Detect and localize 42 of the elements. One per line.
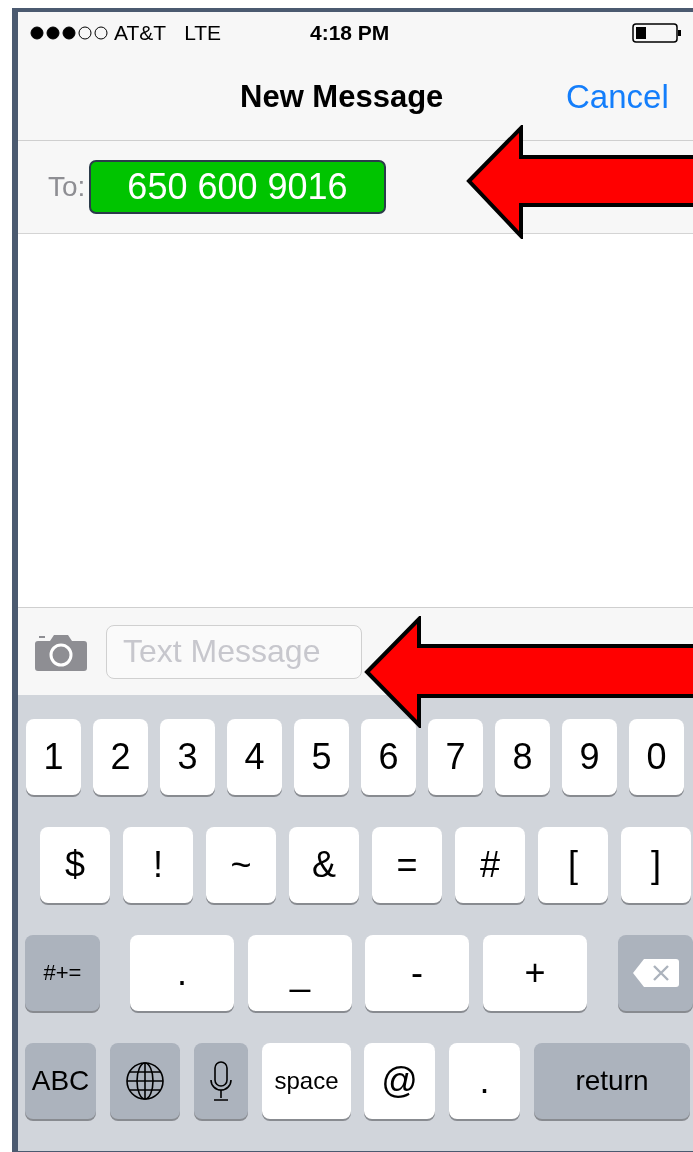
keyboard-key[interactable]: @: [364, 1043, 435, 1119]
keyboard-key[interactable]: +: [483, 935, 587, 1011]
carrier-name: AT&T: [114, 21, 167, 45]
keyboard-key[interactable]: _: [248, 935, 352, 1011]
globe-key[interactable]: [110, 1043, 180, 1119]
keyboard-key[interactable]: ~: [206, 827, 276, 903]
battery-icon: [632, 23, 682, 43]
keyboard-key[interactable]: 5: [294, 719, 349, 795]
keyboard-key[interactable]: $: [40, 827, 110, 903]
keyboard-key[interactable]: .: [449, 1043, 520, 1119]
keyboard-key[interactable]: =: [372, 827, 442, 903]
delete-icon: [631, 957, 680, 989]
microphone-key[interactable]: [194, 1043, 248, 1119]
keyboard-key[interactable]: 9: [562, 719, 617, 795]
keyboard-key[interactable]: 7: [428, 719, 483, 795]
keyboard-key[interactable]: 3: [160, 719, 215, 795]
keyboard-key[interactable]: space: [262, 1043, 351, 1119]
keyboard-key[interactable]: 1: [26, 719, 81, 795]
camera-icon[interactable]: [34, 632, 88, 671]
keyboard-key[interactable]: ABC: [25, 1043, 96, 1119]
signal-icon: [30, 26, 108, 40]
keyboard-key[interactable]: [: [538, 827, 608, 903]
clock-time: 4:18 PM: [310, 21, 390, 45]
keyboard-key[interactable]: !: [123, 827, 193, 903]
screen-title: New Message: [240, 79, 444, 115]
keyboard-key[interactable]: 2: [93, 719, 148, 795]
keyboard-key[interactable]: -: [365, 935, 469, 1011]
globe-icon: [125, 1061, 165, 1101]
keyboard-key[interactable]: 4: [227, 719, 282, 795]
network-type: LTE: [184, 21, 222, 45]
keyboard-key[interactable]: #+=: [25, 935, 100, 1011]
microphone-icon: [209, 1060, 233, 1102]
keyboard-key[interactable]: ]: [621, 827, 691, 903]
keyboard-key[interactable]: return: [534, 1043, 690, 1119]
keyboard-key[interactable]: 8: [495, 719, 550, 795]
to-label: To:: [48, 171, 86, 203]
keyboard-key[interactable]: #: [455, 827, 525, 903]
keyboard-key[interactable]: &: [289, 827, 359, 903]
cancel-button[interactable]: Cancel: [566, 78, 669, 116]
keyboard-key[interactable]: 0: [629, 719, 684, 795]
keyboard-key[interactable]: .: [130, 935, 234, 1011]
keyboard-key[interactable]: 6: [361, 719, 416, 795]
